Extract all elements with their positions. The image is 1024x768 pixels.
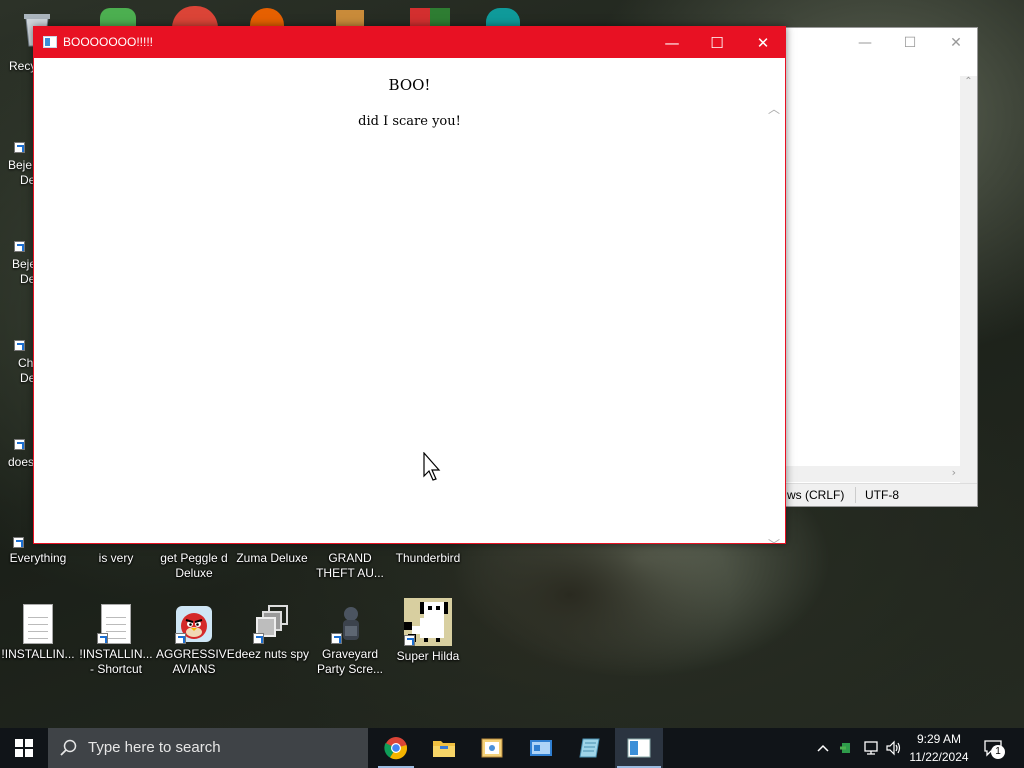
taskbar: Type here to search 9:29 AM 11/22/2024 1 — [0, 728, 1024, 768]
desktop-icon-label: !INSTALLIN... - Shortcut — [79, 647, 153, 676]
desktop-partial-label: Ch — [18, 356, 34, 370]
boo-heading: BOO! — [388, 76, 431, 94]
minimize-icon[interactable]: — — [842, 28, 888, 58]
close-button[interactable]: ✕ — [740, 27, 786, 58]
gta-icon — [331, 536, 369, 548]
minimize-button[interactable]: — — [649, 27, 695, 58]
desktop-icon-label: deez nuts spy — [234, 647, 310, 661]
desktop-icon-label: Graveyard Party Scre... — [316, 647, 384, 676]
popup-taskbar-icon[interactable] — [615, 728, 663, 768]
document-icon — [19, 604, 57, 644]
shortcut-arrow-icon — [14, 241, 25, 252]
action-center-button[interactable]: 1 — [978, 728, 1008, 768]
peggle-icon — [175, 536, 213, 548]
app-tray-icon[interactable] — [836, 728, 856, 768]
desktop-icon-label: !INSTALLIN... — [1, 647, 75, 661]
desktop-icon-label: GRAND THEFT AU... — [316, 551, 384, 580]
angry-bird-icon — [175, 604, 213, 644]
photo-viewer-taskbar-icon[interactable] — [468, 728, 516, 768]
notification-count-badge: 1 — [991, 745, 1005, 759]
boo-popup-window[interactable]: BOOOOOOO!!!!! — ☐ ✕ BOO! did I scare you… — [33, 26, 786, 552]
app-desktop-icon[interactable] — [100, 8, 136, 28]
desktop-icon-everything[interactable]: Everything — [0, 536, 76, 566]
vertical-scrollbar[interactable]: ⌃ ⌄ — [960, 76, 977, 496]
desktop-icon-label: AGGRESSIVE AVIANS — [156, 647, 235, 676]
network-icon[interactable] — [860, 728, 882, 768]
notepad-statusbar: ws (CRLF) UTF-8 — [761, 483, 977, 506]
shortcut-arrow-icon — [14, 142, 25, 153]
desktop-icon-super-hilda[interactable]: Super Hilda — [390, 598, 466, 664]
app-desktop-icon[interactable] — [486, 8, 520, 28]
window-app-icon — [43, 36, 57, 48]
document-shortcut-icon — [97, 604, 135, 644]
shortcut-arrow-icon — [14, 340, 25, 351]
maximize-icon[interactable]: ☐ — [887, 28, 933, 58]
thunderbird-icon — [409, 536, 447, 548]
search-icon — [60, 739, 77, 756]
desktop-icon-label: Super Hilda — [396, 649, 460, 663]
desktop-icon-label: Thunderbird — [395, 551, 461, 565]
status-divider — [855, 487, 856, 503]
clock-time: 9:29 AM — [916, 732, 962, 746]
shortcut-arrow-icon — [97, 536, 135, 548]
search-box[interactable]: Type here to search — [48, 728, 368, 768]
scroll-up-icon[interactable]: ︿ — [767, 100, 781, 116]
chrome-taskbar-icon[interactable] — [372, 728, 420, 768]
start-button[interactable] — [0, 728, 48, 768]
notepad-taskbar-icon[interactable] — [566, 728, 614, 768]
clock-date: 11/22/2024 — [909, 750, 969, 764]
close-icon[interactable]: ✕ — [933, 28, 979, 58]
horizontal-scrollbar[interactable]: › — [761, 466, 960, 482]
graveyard-icon — [331, 604, 369, 644]
windows-stack-icon — [253, 604, 291, 644]
desktop-icon-zuma[interactable]: Zuma Deluxe — [234, 536, 310, 566]
shortcut-arrow-icon — [14, 439, 25, 450]
windows-logo-icon — [15, 739, 33, 757]
window-title: BOOOOOOO!!!!! — [63, 35, 154, 49]
maximize-button[interactable]: ☐ — [694, 27, 740, 58]
encoding-label: UTF-8 — [865, 488, 899, 502]
show-hidden-icons-button[interactable] — [814, 728, 832, 768]
shield-desktop-icon[interactable] — [410, 8, 450, 28]
desktop-icon-is-very[interactable]: is very — [78, 536, 154, 566]
desktop-icon-gta[interactable]: GRAND THEFT AU... — [312, 536, 388, 581]
boo-message: did I scare you! — [358, 114, 461, 129]
chevron-up-icon — [817, 744, 829, 752]
desktop-icon-deez-nuts-spy[interactable]: deez nuts spy — [234, 604, 310, 662]
scroll-up-icon[interactable]: ⌃ — [960, 76, 977, 87]
popup-titlebar[interactable]: BOOOOOOO!!!!! — ☐ ✕ — [34, 27, 785, 58]
notepad-window[interactable]: — ☐ ✕ ⌃ ⌄ › ws (CRLF) UTF-8 — [760, 27, 978, 507]
search-placeholder: Type here to search — [88, 739, 221, 756]
notepad-titlebar[interactable]: — ☐ ✕ — [761, 28, 977, 58]
clock[interactable]: 9:29 AM 11/22/2024 — [902, 730, 976, 766]
desktop-partial-label: does — [8, 455, 35, 469]
control-panel-taskbar-icon[interactable] — [517, 728, 565, 768]
desktop-icon-label: Everything — [9, 551, 67, 565]
desktop-icon-label: is very — [98, 551, 134, 565]
notepad-menubar[interactable] — [761, 58, 977, 76]
scroll-down-icon[interactable]: ﹀ — [767, 536, 781, 552]
desktop-icon-thunderbird[interactable]: Thunderbird — [390, 536, 466, 566]
pixel-dog-icon — [404, 598, 452, 646]
desktop-icon-aggressive-avians[interactable]: AGGRESSIVE AVIANS — [156, 604, 235, 677]
zuma-icon — [253, 536, 291, 548]
desktop-partial-label: Beje — [8, 158, 33, 172]
file-explorer-taskbar-icon[interactable] — [420, 728, 468, 768]
scroll-right-icon[interactable]: › — [952, 466, 956, 479]
mouse-cursor-icon — [423, 451, 443, 485]
desktop-icon-graveyard[interactable]: Graveyard Party Scre... — [312, 604, 388, 677]
firefox-desktop-icon[interactable] — [250, 8, 284, 28]
shortcut-arrow-icon — [13, 536, 57, 548]
popup-content: BOO! did I scare you! ︿ ﹀ — [34, 58, 785, 552]
line-ending-label: ws (CRLF) — [787, 488, 845, 502]
desktop-icon-peggle[interactable]: get Peggle d Deluxe — [156, 536, 232, 581]
volume-icon[interactable] — [884, 728, 904, 768]
desktop-icon-label: Zuma Deluxe — [236, 551, 308, 565]
chrome-desktop-icon[interactable] — [172, 6, 218, 28]
desktop-icon-installing[interactable]: !INSTALLIN... — [0, 604, 76, 662]
desktop-icon-label: get Peggle d Deluxe — [160, 551, 228, 580]
desktop-icon-installing-shortcut[interactable]: !INSTALLIN... - Shortcut — [78, 604, 154, 677]
